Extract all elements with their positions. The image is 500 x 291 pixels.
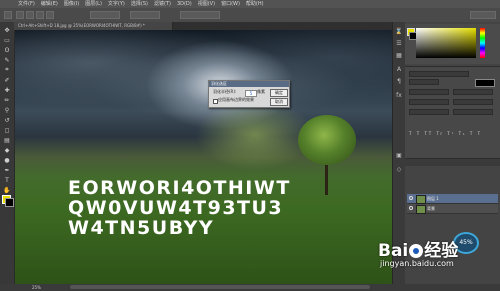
blur-tool-icon[interactable]: ◆ [2, 146, 12, 154]
layer-name: 图层 1 [427, 196, 439, 201]
tree-crown [298, 115, 356, 165]
crop-tool-icon[interactable]: ⌗ [2, 66, 12, 74]
menu-bar: 文件(F) 编辑(E) 图像(I) 图层(L) 文字(Y) 选择(S) 滤镜(T… [0, 0, 500, 8]
cancel-button[interactable]: 取消 [270, 98, 288, 106]
eye-icon[interactable] [409, 196, 413, 200]
horizontal-scrollbar[interactable] [70, 285, 370, 289]
zoom-level[interactable]: 25% [32, 284, 41, 291]
font-size-field[interactable] [409, 89, 449, 95]
gradient-tool-icon[interactable]: ▤ [2, 136, 12, 144]
hue-slider[interactable] [480, 28, 485, 58]
character-panel-icon[interactable]: A [395, 66, 403, 74]
pen-tool-icon[interactable]: ✒ [2, 166, 12, 174]
styles-panel-icon[interactable]: fx [395, 92, 403, 100]
brush-tool-icon[interactable]: ✏ [2, 96, 12, 104]
status-bar: 25% [0, 284, 500, 291]
kerning-field[interactable] [409, 99, 449, 105]
refine-edge-button[interactable] [180, 11, 220, 19]
paragraph-panel-icon[interactable]: ¶ [395, 78, 403, 86]
feather-dialog: 羽化选区 羽化半径(R): 5 像素 应用画布边界的效果 确定 取消 [208, 80, 290, 108]
document-tab[interactable]: Ctrl+Alt+Shift+D 18.jpg @ 25%(EORWORI4OT… [14, 22, 173, 30]
menu-type[interactable]: 文字(Y) [108, 0, 125, 8]
tool-preset-button[interactable] [4, 11, 12, 19]
eyedropper-tool-icon[interactable]: ✐ [2, 76, 12, 84]
eraser-tool-icon[interactable]: ◻ [2, 126, 12, 134]
menu-3d[interactable]: 3D(D) [177, 0, 192, 8]
canvas[interactable]: EORWORI4OTHIWT QW0VUW4T93TU3 W4TN5UBYY [15, 30, 392, 284]
lasso-tool-icon[interactable]: ʘ [2, 46, 12, 54]
tracking-field[interactable] [453, 99, 493, 105]
character-panel: T T TT Tr T¹ T₁ T T [405, 66, 500, 159]
font-family-dropdown[interactable] [409, 71, 469, 77]
dialog-title: 羽化选区 [209, 81, 289, 87]
tree-trunk [325, 160, 328, 195]
type-tool-icon[interactable]: T [2, 176, 12, 184]
text-style-buttons[interactable]: T T TT Tr T¹ T₁ T T [409, 131, 482, 136]
menu-view[interactable]: 视图(V) [198, 0, 215, 8]
options-bar [0, 8, 500, 23]
background-color-swatch[interactable] [5, 198, 14, 207]
menu-edit[interactable]: 编辑(E) [41, 0, 58, 8]
layers-panel-tabs[interactable] [405, 159, 500, 166]
layer-thumbnail [416, 205, 426, 214]
workspace-switcher[interactable] [470, 11, 496, 19]
swatches-panel-icon[interactable]: ▦ [395, 52, 403, 60]
menu-image[interactable]: 图像(I) [64, 0, 79, 8]
new-selection-button[interactable] [16, 11, 24, 19]
menu-file[interactable]: 文件(F) [18, 0, 35, 8]
hand-tool-icon[interactable]: ✋ [2, 186, 12, 194]
clone-stamp-icon[interactable]: ⚲ [2, 106, 12, 114]
channels-panel-icon[interactable]: ▣ [395, 152, 403, 160]
menu-help[interactable]: 帮助(H) [246, 0, 264, 8]
eye-icon[interactable] [409, 206, 413, 210]
ok-button[interactable]: 确定 [270, 89, 288, 97]
watermark-brand: Bai [378, 241, 409, 261]
menu-filter[interactable]: 滤镜(T) [154, 0, 171, 8]
move-tool-icon[interactable]: ✥ [2, 26, 12, 34]
baidu-watermark-logo: Bai 经验 [378, 236, 458, 261]
menu-window[interactable]: 窗口(W) [221, 0, 240, 8]
menu-items: 文件(F) 编辑(E) 图像(I) 图层(L) 文字(Y) 选择(S) 滤镜(T… [18, 0, 264, 8]
font-style-dropdown[interactable] [409, 79, 439, 85]
menu-layer[interactable]: 图层(L) [85, 0, 102, 8]
quick-select-tool-icon[interactable]: ✎ [2, 56, 12, 64]
feather-radius-label: 羽化半径(R): [213, 89, 237, 94]
feather-field[interactable] [90, 11, 120, 19]
field-light [195, 100, 315, 170]
leading-field[interactable] [453, 89, 493, 95]
intersect-selection-button[interactable] [46, 11, 54, 19]
watermark-brand-suffix: 经验 [424, 241, 459, 261]
paths-panel-icon[interactable]: ◇ [395, 166, 403, 174]
healing-brush-icon[interactable]: ✚ [2, 86, 12, 94]
style-dropdown[interactable] [130, 11, 160, 19]
vertical-scale-field[interactable] [409, 109, 449, 115]
text-color-swatch[interactable] [475, 79, 495, 87]
horizontal-scale-field[interactable] [453, 109, 493, 115]
color-panel [405, 24, 500, 64]
marquee-tool-icon[interactable]: ▭ [2, 36, 12, 44]
layer-thumbnail [416, 195, 426, 204]
document-tab-bar: Ctrl+Alt+Shift+D 18.jpg @ 25%(EORWORI4OT… [14, 22, 392, 30]
history-brush-icon[interactable]: ↺ [2, 116, 12, 124]
feather-radius-input[interactable]: 5 [245, 90, 257, 97]
menu-select[interactable]: 选择(S) [131, 0, 148, 8]
watermark-url: jingyan.baidu.com [380, 259, 454, 268]
properties-panel-icon[interactable]: ☰ [395, 40, 403, 48]
layer-name: 背景 [427, 206, 435, 211]
canvas-text-layer: EORWORI4OTHIWT QW0VUW4T93TU3 W4TN5UBYY [68, 177, 291, 239]
canvas-bounds-label: 应用画布边界的效果 [218, 97, 254, 102]
paw-icon [409, 244, 424, 258]
unit-label: 像素 [257, 89, 265, 94]
tools-panel: ✥ ▭ ʘ ✎ ⌗ ✐ ✚ ✏ ⚲ ↺ ◻ ▤ ◆ ● ✒ T ✋ [0, 22, 15, 284]
dodge-tool-icon[interactable]: ● [2, 156, 12, 164]
subtract-selection-button[interactable] [36, 11, 44, 19]
layer-row[interactable]: 背景 [407, 204, 498, 214]
add-selection-button[interactable] [26, 11, 34, 19]
color-picker-shade [416, 28, 476, 58]
layer-row[interactable]: 图层 1 [407, 194, 498, 204]
history-panel-icon[interactable]: ⌛ [395, 28, 403, 36]
